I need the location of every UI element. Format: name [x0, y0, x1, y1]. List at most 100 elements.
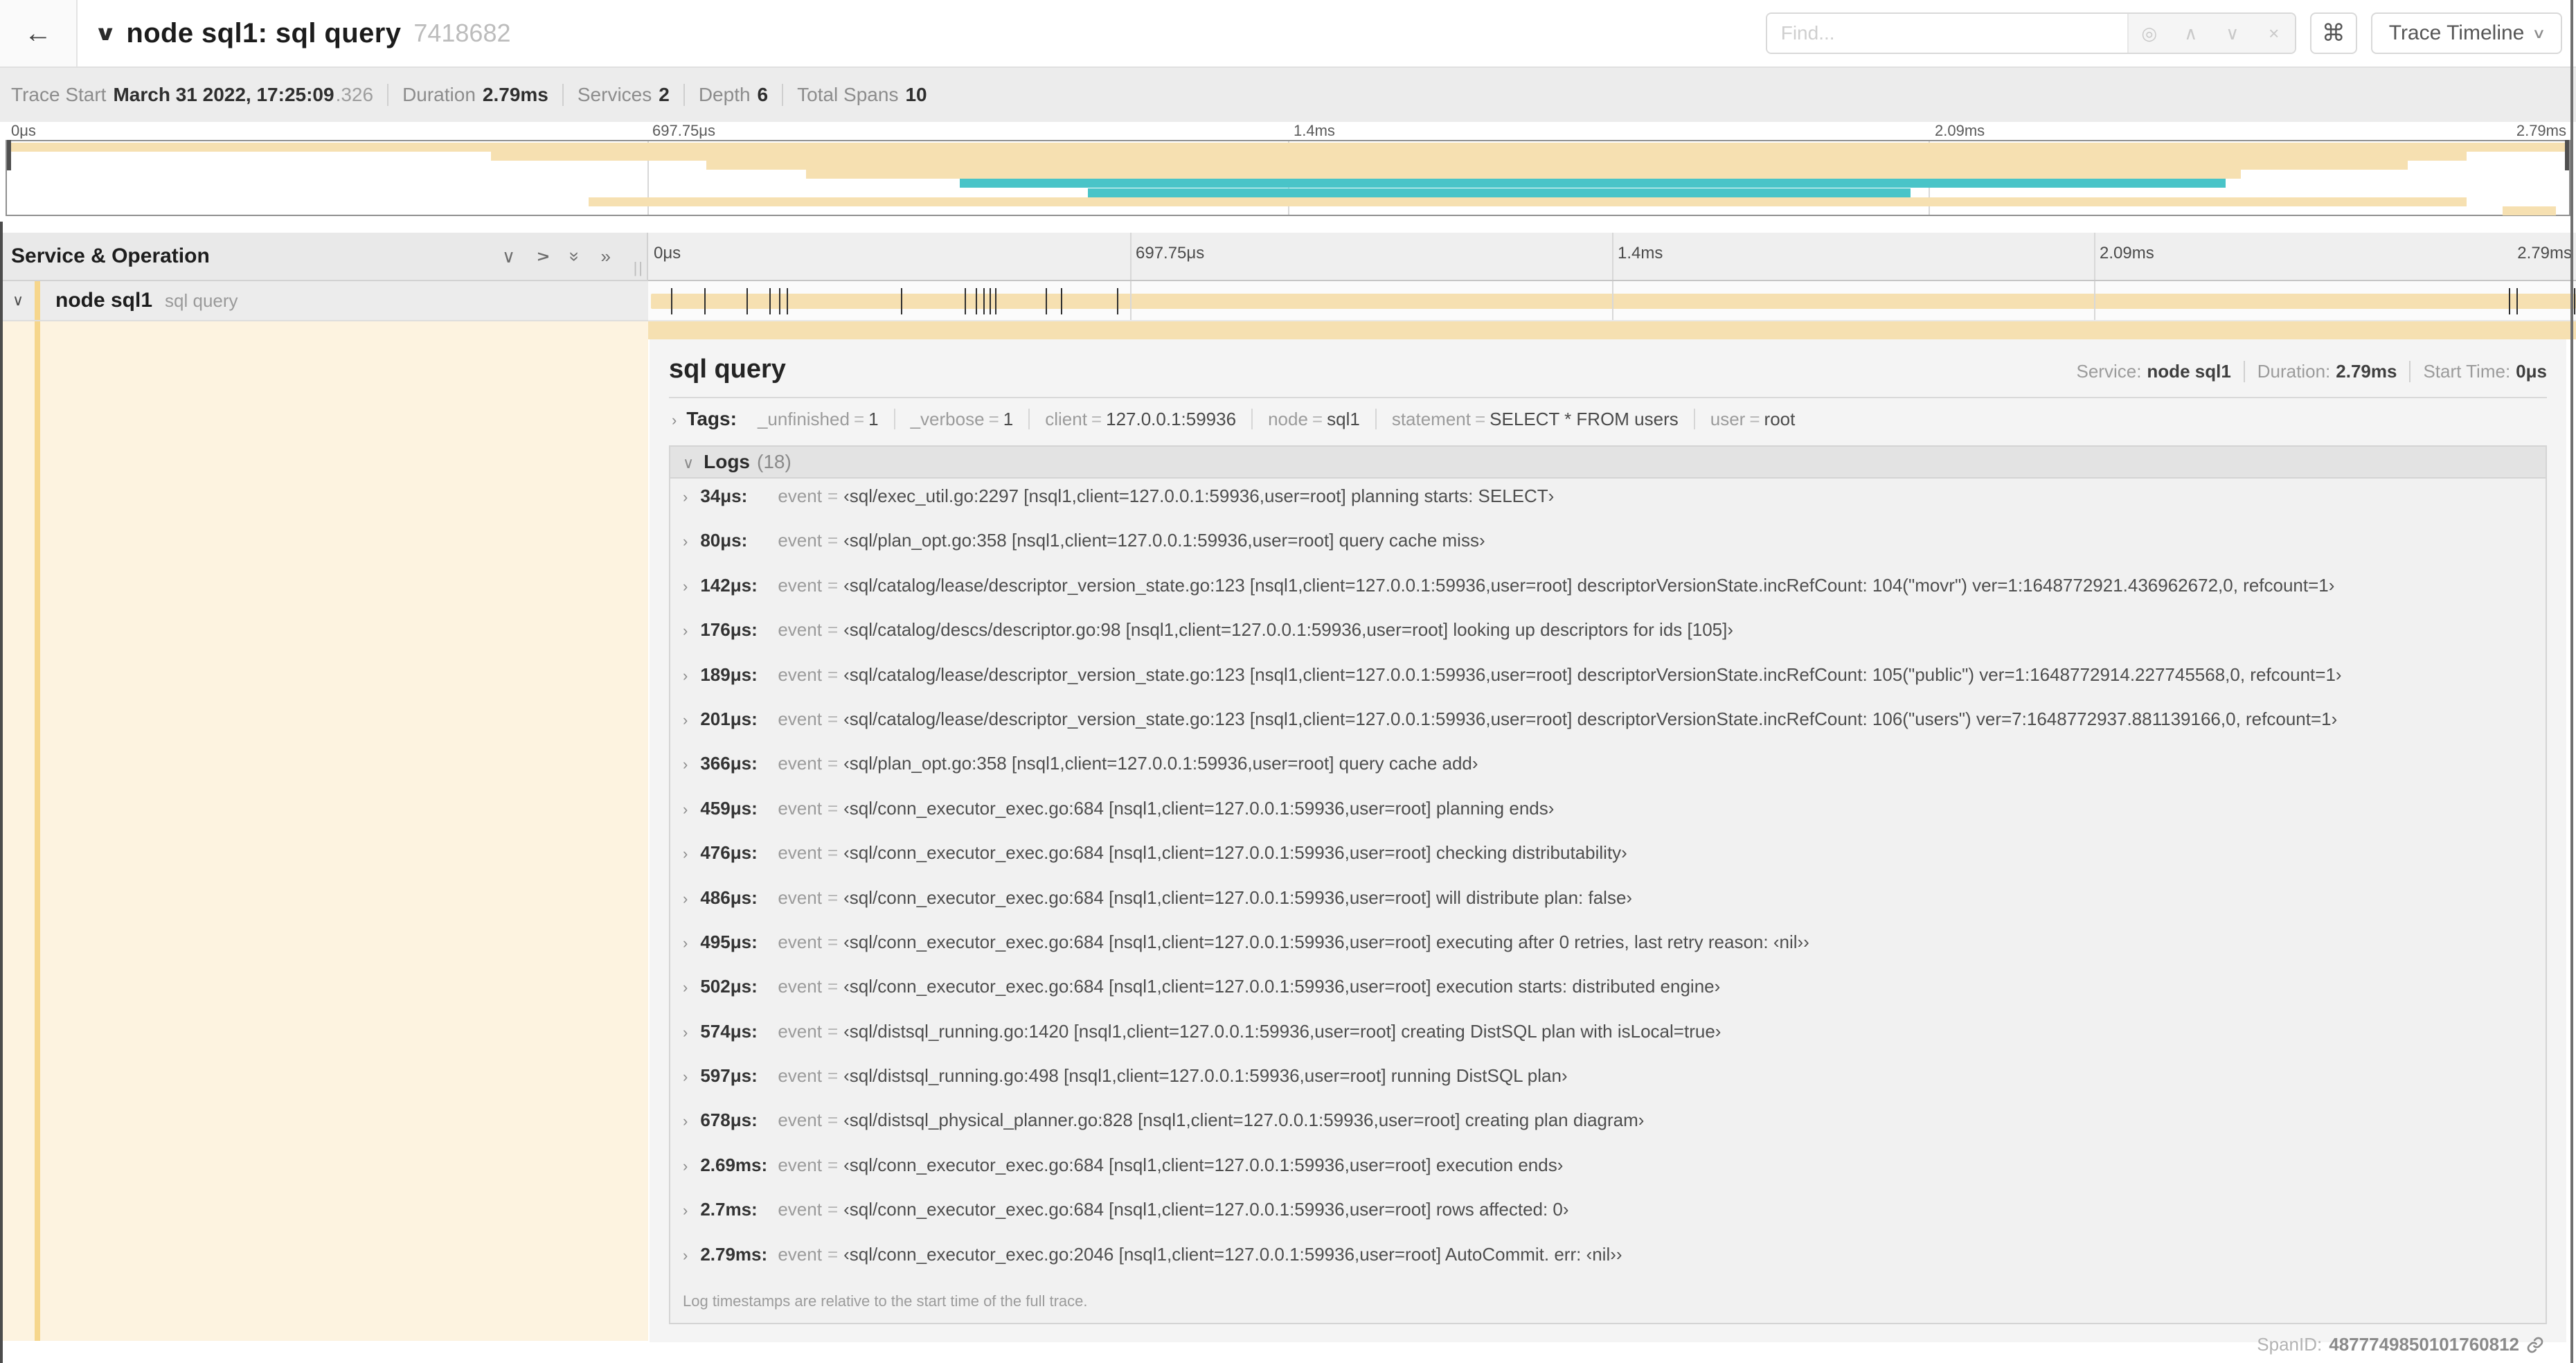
log-message: event = ‹sql/catalog/lease/descriptor_vers…: [778, 709, 2337, 730]
log-row[interactable]: › 176μs: event = ‹sql/catalog/descs/descript…: [683, 619, 2533, 663]
span-color-stripe: [35, 281, 40, 320]
log-row[interactable]: › 34μs: event = ‹sql/exec_util.go:2297 [nsql…: [683, 485, 2533, 530]
tags-row[interactable]: › Tags: _unfinished = 1 _verbose = 1 client = 12…: [669, 398, 2547, 438]
log-timestamp: 366μs:: [700, 753, 758, 774]
right-scrollbar-edge[interactable]: [2570, 0, 2573, 1363]
log-expand-chevron-icon[interactable]: ›: [683, 756, 688, 774]
detail-meta-label: Start Time:: [2423, 361, 2511, 382]
log-expand-chevron-icon[interactable]: ›: [683, 1157, 688, 1175]
log-expand-chevron-icon[interactable]: ›: [683, 801, 688, 819]
log-expand-chevron-icon[interactable]: ›: [683, 622, 688, 640]
tags-expand-chevron-icon[interactable]: ›: [672, 411, 677, 429]
log-field-value: ‹sql/conn_executor_exec.go:684 [nsql1,cl…: [843, 797, 1555, 819]
minimap-left-scrubber-handle[interactable]: [7, 140, 11, 170]
log-expand-chevron-icon[interactable]: ›: [683, 845, 688, 863]
log-row[interactable]: › 189μs: event = ‹sql/catalog/lease/descript…: [683, 664, 2533, 709]
log-expand-chevron-icon[interactable]: ›: [683, 1024, 688, 1042]
deep-link-icon[interactable]: [2526, 1336, 2544, 1354]
log-row[interactable]: › 486μs: event = ‹sql/conn_executor_exec.go:…: [683, 887, 2533, 932]
log-marker-tick: [983, 288, 985, 314]
log-row[interactable]: › 574μs: event = ‹sql/distsql_running.go:142…: [683, 1021, 2533, 1065]
log-row[interactable]: › 366μs: event = ‹sql/plan_opt.go:358 [nsql1…: [683, 753, 2533, 797]
minimap-right-scrubber-handle[interactable]: [2565, 140, 2569, 170]
trace-view-selector[interactable]: Trace Timeline ∨: [2370, 12, 2562, 54]
log-row[interactable]: › 678μs: event = ‹sql/distsql_physical_plann…: [683, 1110, 2533, 1154]
log-expand-chevron-icon[interactable]: ›: [683, 1247, 688, 1265]
back-button[interactable]: ←: [0, 0, 78, 66]
timeline-tick-label: 1.4ms: [1618, 244, 1663, 262]
timeline-tick-label: 2.09ms: [1935, 122, 1985, 139]
expand-all-icon[interactable]: »: [601, 246, 611, 267]
log-expand-chevron-icon[interactable]: ›: [683, 1202, 688, 1220]
timeline-minimap[interactable]: [6, 140, 2570, 216]
find-prev-icon[interactable]: ∧: [2170, 23, 2212, 44]
tag-item: _unfinished = 1: [742, 409, 895, 429]
logs-title: Logs: [704, 451, 750, 472]
log-row[interactable]: › 80μs: event = ‹sql/plan_opt.go:358 [nsql1,…: [683, 530, 2533, 574]
log-expand-chevron-icon[interactable]: ›: [683, 667, 688, 685]
timeline-tick-label: 0μs: [654, 244, 681, 262]
locate-icon[interactable]: ◎: [2129, 23, 2170, 44]
log-field-value: ‹sql/plan_opt.go:358 [nsql1,client=127.0…: [843, 530, 1485, 551]
log-expand-chevron-icon[interactable]: ›: [683, 578, 688, 596]
span-collapse-chevron-icon[interactable]: ∨: [0, 292, 36, 310]
log-field-key: event: [778, 931, 822, 952]
service-operation-header: Service & Operation ∨ ∨ » » ||: [0, 233, 648, 281]
keyboard-shortcuts-button[interactable]: ⌘: [2309, 12, 2357, 54]
collapse-all-icon[interactable]: »: [564, 251, 586, 261]
log-expand-chevron-icon[interactable]: ›: [683, 1112, 688, 1130]
log-message: event = ‹sql/conn_executor_exec.go:684 [ns…: [778, 932, 1809, 953]
log-expand-chevron-icon[interactable]: ›: [683, 533, 688, 551]
minimap-span-bar: [1088, 188, 1911, 197]
log-expand-chevron-icon[interactable]: ›: [683, 711, 688, 729]
expand-one-icon[interactable]: ∨: [532, 249, 553, 262]
log-expand-chevron-icon[interactable]: ›: [683, 934, 688, 952]
log-row[interactable]: › 2.69ms: event = ‹sql/conn_executor_exec.go…: [683, 1155, 2533, 1199]
collapse-one-icon[interactable]: ∨: [502, 246, 515, 267]
find-input[interactable]: [1766, 14, 2127, 53]
span-row-node-sql1[interactable]: ∨ node sql1 sql query: [0, 281, 2576, 321]
log-expand-chevron-icon[interactable]: ›: [683, 890, 688, 908]
collapse-trace-chevron-icon[interactable]: ∨: [94, 21, 117, 46]
log-timestamp: 2.7ms:: [700, 1199, 758, 1220]
span-row-bar-cell[interactable]: [648, 281, 2576, 321]
log-row[interactable]: › 2.7ms: event = ‹sql/conn_executor_exec.go:…: [683, 1199, 2533, 1243]
log-marker-tick: [704, 288, 706, 314]
timeline-gridline: [1612, 281, 1613, 320]
log-row[interactable]: › 459μs: event = ‹sql/conn_executor_exec.go:…: [683, 798, 2533, 842]
log-row[interactable]: › 597μs: event = ‹sql/distsql_running.go:498…: [683, 1065, 2533, 1110]
log-timestamp: 459μs:: [700, 797, 758, 819]
logs-collapse-chevron-icon[interactable]: ∨: [683, 454, 694, 472]
log-expand-chevron-icon[interactable]: ›: [683, 488, 688, 506]
trace-info-value: 2: [659, 84, 670, 105]
log-expand-chevron-icon[interactable]: ›: [683, 1068, 688, 1086]
log-row[interactable]: › 142μs: event = ‹sql/catalog/lease/descript…: [683, 575, 2533, 619]
log-message: event = ‹sql/distsql_running.go:1420 [nsql…: [778, 1021, 1721, 1042]
log-field-value: ‹sql/exec_util.go:2297 [nsql1,client=127…: [843, 485, 1555, 506]
log-message: event = ‹sql/conn_executor_exec.go:2046 [n…: [778, 1244, 1622, 1265]
span-duration-bar[interactable]: [651, 294, 2576, 309]
timeline-gridline: [1130, 233, 1132, 280]
log-row[interactable]: › 2.79ms: event = ‹sql/conn_executor_exec.go…: [683, 1244, 2533, 1288]
tag-value: root: [1764, 409, 1796, 429]
log-field-key: event: [778, 976, 822, 997]
log-row[interactable]: › 476μs: event = ‹sql/conn_executor_exec.go:…: [683, 842, 2533, 887]
logs-header[interactable]: ∨ Logs (18): [670, 447, 2546, 479]
timeline-gridline: [1130, 281, 1132, 320]
log-row[interactable]: › 502μs: event = ‹sql/conn_executor_exec.go:…: [683, 976, 2533, 1020]
detail-meta-label: Duration:: [2257, 361, 2331, 382]
timeline-tick-label: 2.09ms: [2100, 244, 2154, 262]
log-row[interactable]: › 495μs: event = ‹sql/conn_executor_exec.go:…: [683, 932, 2533, 976]
log-expand-chevron-icon[interactable]: ›: [683, 979, 688, 997]
log-row[interactable]: › 201μs: event = ‹sql/catalog/lease/descript…: [683, 709, 2533, 753]
column-resize-grip[interactable]: ||: [634, 259, 644, 277]
span-row-name-cell[interactable]: ∨ node sql1 sql query: [0, 281, 648, 321]
span-detail-card: sql query Service: node sql1 Duration: 2.79…: [650, 339, 2566, 1355]
timeline-tick-label: 697.75μs: [1136, 244, 1205, 262]
timeline-column-headers: Service & Operation ∨ ∨ » » || 0μs 697.75…: [0, 233, 2576, 281]
timeline-gridline: [2094, 233, 2095, 280]
log-field-key: event: [778, 485, 822, 506]
find-clear-icon[interactable]: ×: [2253, 23, 2295, 44]
trace-info-value: 2.79ms: [482, 84, 548, 105]
find-next-icon[interactable]: ∨: [2212, 23, 2253, 44]
